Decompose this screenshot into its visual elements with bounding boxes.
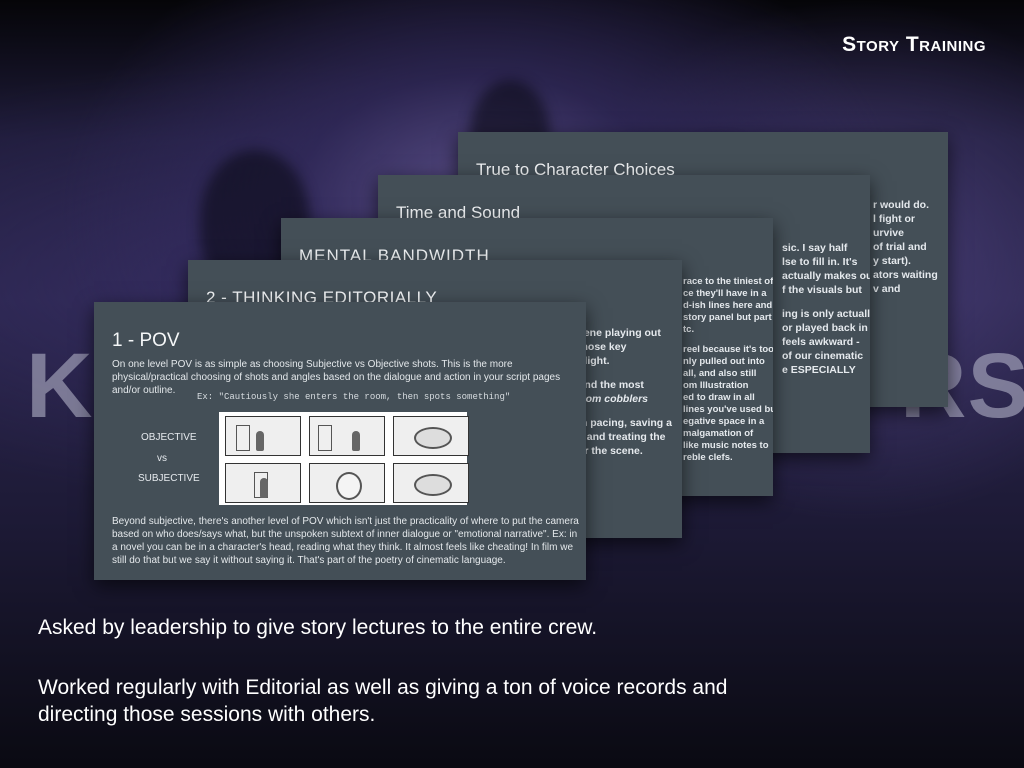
slide-pov: 1 - POV On one level POV is as simple as… [94, 302, 586, 580]
slide-outro-text: Beyond subjective, there's another level… [112, 516, 579, 566]
storyboard-frame [225, 416, 301, 456]
caption-line-1: Asked by leadership to give story lectur… [38, 616, 598, 639]
slide-title: 1 - POV [112, 330, 180, 351]
label-vs: vs [157, 453, 167, 464]
slide-text: sic. I say half lse to fill in. It's actua… [782, 242, 870, 376]
storyboard-frame [393, 463, 469, 503]
label-subjective: SUBJECTIVE [138, 473, 200, 484]
slide-text: race to the tiniest of ce they'll have in… [683, 276, 773, 463]
slide-example-text: Ex: "Cautiously she enters the room, the… [197, 392, 511, 402]
storyboard-frame [393, 416, 469, 456]
storyboard-frame [309, 416, 385, 456]
storyboard-frame [309, 463, 385, 503]
slide-text: r would do. l fight or urvive of trial and y… [873, 199, 938, 295]
page-title: Story Training [842, 33, 986, 56]
storyboard-frame [225, 463, 301, 503]
storyboard-panel-image [219, 412, 469, 505]
label-objective: OBJECTIVE [141, 432, 197, 443]
slide-text: cene playing out those key hlight. find the… [578, 327, 672, 457]
caption-line-2: Worked regularly with Editorial as well … [38, 676, 728, 699]
caption-line-3: directing those sessions with others. [38, 703, 376, 726]
